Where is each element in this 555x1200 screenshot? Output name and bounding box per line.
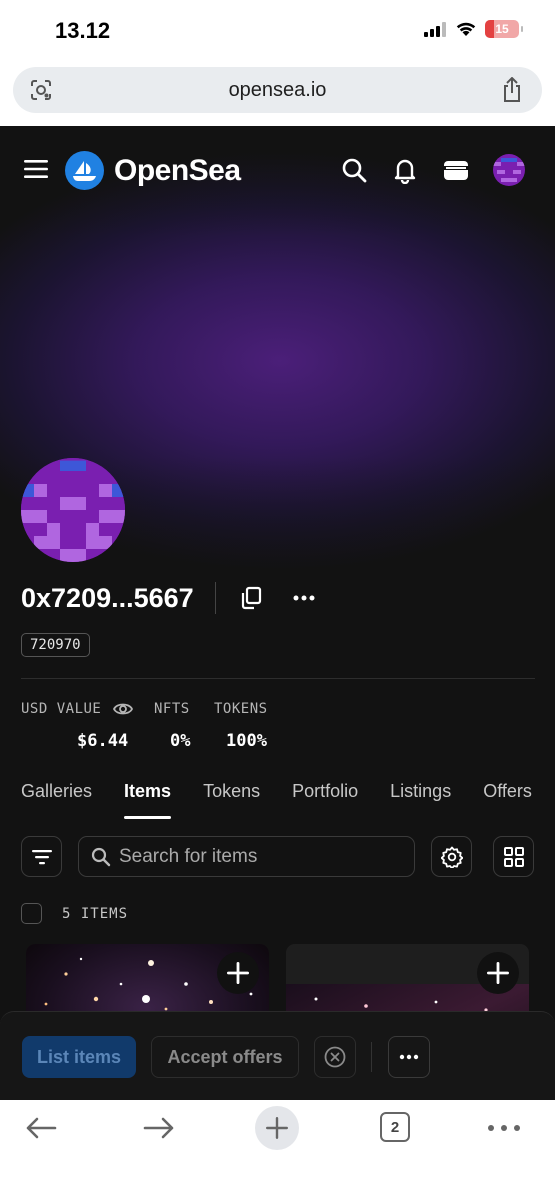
grid-icon (503, 846, 524, 867)
bell-icon[interactable] (391, 156, 419, 184)
search-icon (91, 847, 111, 866)
items-count: 5 ITEMS (62, 905, 129, 922)
new-tab-button[interactable] (255, 1106, 299, 1150)
profile-avatar (21, 458, 125, 562)
forward-icon[interactable] (143, 1116, 175, 1140)
copy-icon[interactable] (240, 586, 262, 610)
filter-button[interactable] (21, 836, 62, 877)
wallet-address: 0x7209...5667 (21, 582, 194, 613)
tab-galleries[interactable]: Galleries (21, 781, 92, 811)
filter-icon (31, 849, 52, 864)
stat-label-nfts: NFTS (154, 701, 190, 717)
stat-value-tokens: 100% (226, 731, 267, 751)
status-icons: 15 (423, 20, 523, 38)
eye-icon[interactable] (113, 701, 133, 717)
stat-label-usd-value: USD VALUE (21, 701, 102, 717)
settings-button[interactable] (431, 836, 472, 877)
profile-tabs: Galleries Items Tokens Portfolio Listing… (21, 781, 555, 819)
more-icon (399, 1054, 419, 1060)
items-toolbar: Search for items (21, 836, 535, 878)
plus-icon (266, 1117, 288, 1139)
list-items-button[interactable]: List items (22, 1036, 136, 1078)
add-to-selection-button[interactable] (477, 952, 519, 994)
wifi-icon (456, 22, 476, 36)
tab-items[interactable]: Items (124, 781, 172, 819)
status-time: 13.12 (55, 18, 111, 43)
cancel-icon (324, 1046, 346, 1068)
bulk-action-bar: List items Accept offers (0, 1011, 555, 1100)
signal-icon (424, 22, 446, 37)
divider (371, 1042, 372, 1072)
tab-tokens[interactable]: Tokens (203, 781, 260, 811)
opensea-logo-mark (65, 151, 104, 190)
stat-value-usd: $6.44 (77, 731, 129, 751)
opensea-logo[interactable]: OpenSea (65, 151, 241, 190)
lens-icon[interactable] (29, 78, 53, 102)
cancel-selection-button[interactable] (314, 1036, 356, 1078)
stat-label-tokens: TOKENS (214, 701, 268, 717)
select-all-checkbox[interactable] (21, 903, 42, 924)
tab-offers[interactable]: Offers (483, 781, 532, 811)
add-to-selection-button[interactable] (217, 952, 259, 994)
plus-icon (227, 962, 249, 984)
more-icon[interactable] (292, 594, 316, 602)
plus-icon (487, 962, 509, 984)
opensea-page: OpenSea 0x7209...5667 720970 USD VALUE N… (0, 126, 555, 1100)
battery-level: 15 (495, 22, 509, 36)
user-avatar[interactable] (493, 154, 525, 186)
tab-listings[interactable]: Listings (390, 781, 451, 811)
tab-portfolio[interactable]: Portfolio (292, 781, 358, 811)
search-input[interactable]: Search for items (78, 836, 415, 877)
divider (214, 582, 216, 614)
share-icon[interactable] (500, 77, 524, 103)
address-row: 0x7209...5667 (21, 581, 316, 615)
url-text: opensea.io (228, 78, 327, 101)
wallet-icon[interactable] (442, 156, 470, 184)
brand-name: OpenSea (114, 153, 241, 187)
battery-icon: 15 (485, 20, 523, 38)
browser-toolbar: opensea.io (0, 62, 555, 126)
account-id-badge[interactable]: 720970 (21, 633, 90, 657)
browser-menu-icon[interactable] (487, 1124, 521, 1132)
stat-value-nfts: 0% (170, 731, 191, 751)
top-nav: OpenSea (0, 146, 555, 194)
menu-icon[interactable] (24, 159, 48, 179)
divider (21, 678, 535, 679)
items-count-row: 5 ITEMS (21, 903, 128, 924)
address-bar[interactable]: opensea.io (13, 67, 542, 113)
grid-view-button[interactable] (493, 836, 534, 877)
settings-icon (440, 846, 463, 868)
status-bar: 13.12 15 (0, 0, 555, 62)
accept-offers-button[interactable]: Accept offers (151, 1036, 299, 1078)
more-actions-button[interactable] (388, 1036, 430, 1078)
tab-switcher-button[interactable]: 2 (380, 1112, 410, 1142)
search-placeholder: Search for items (119, 845, 258, 867)
back-icon[interactable] (25, 1116, 57, 1140)
browser-bottom-bar: 2 (0, 1100, 555, 1200)
search-icon[interactable] (340, 156, 368, 184)
